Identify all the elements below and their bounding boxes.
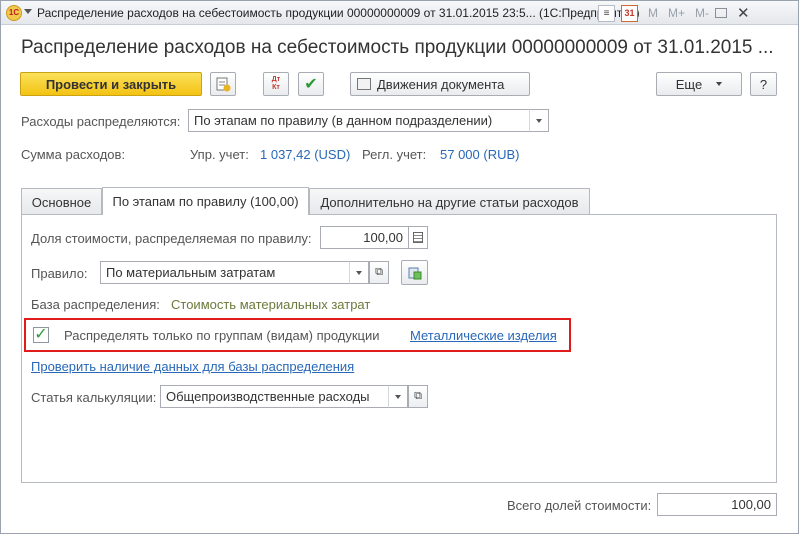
more-button[interactable]: Еще — [656, 72, 742, 96]
document-list-icon[interactable]: ≡ — [598, 4, 615, 22]
calc-item-label: Статья калькуляции: — [31, 390, 157, 405]
distribution-label: Расходы распределяются: — [21, 114, 181, 129]
rule-label: Правило: — [31, 266, 88, 281]
title-bar-tools: ≡ 31 M M+ M- ✕ — [598, 4, 750, 22]
group-only-label: Распределять только по группам (видам) п… — [64, 328, 380, 343]
post-check-button[interactable]: ✔ — [298, 72, 324, 96]
calculator-icon — [413, 232, 423, 243]
calc-item-dropdown-arrow[interactable] — [388, 385, 408, 408]
calculator-button[interactable] — [408, 226, 428, 249]
restore-window-icon[interactable] — [715, 8, 728, 18]
share-label: Доля стоимости, распределяемая по правил… — [31, 231, 312, 246]
dtkt-icon: Дт Кт — [271, 76, 281, 91]
dtkt-report-button[interactable]: Дт Кт — [263, 72, 289, 96]
window-menu-arrow-icon[interactable] — [24, 9, 32, 14]
app-logo-icon[interactable]: 1С — [6, 5, 22, 21]
calc-item-open-button[interactable]: ⧉ — [408, 385, 428, 408]
post-document-icon — [216, 77, 231, 92]
reg-accounting-label: Регл. учет: — [362, 147, 427, 162]
calc-item-select[interactable]: Общепроизводственные расходы — [160, 385, 389, 408]
check-data-link[interactable]: Проверить наличие данных для базы распре… — [31, 359, 354, 374]
title-bar: 1С Распределение расходов на себестоимос… — [1, 1, 798, 25]
tab-main[interactable]: Основное — [21, 188, 102, 215]
rule-settings-icon — [408, 267, 421, 279]
help-button[interactable]: ? — [750, 72, 777, 96]
chevron-down-icon — [716, 82, 723, 86]
distribution-select[interactable]: По этапам по правилу (в данном подраздел… — [188, 109, 530, 132]
movements-icon — [357, 78, 371, 90]
mgmt-accounting-value: 1 037,42 (USD) — [260, 147, 351, 162]
calendar-icon[interactable]: 31 — [621, 4, 638, 22]
reg-accounting-value: 57 000 (RUB) — [440, 147, 520, 162]
total-share-label: Всего долей стоимости: — [507, 498, 652, 513]
product-groups-link[interactable]: Металлические изделия — [410, 328, 557, 343]
tab-by-stages[interactable]: По этапам по правилу (100,00) — [102, 187, 309, 215]
open-icon: ⧉ — [414, 390, 422, 402]
share-input[interactable]: 100,00 — [320, 226, 409, 249]
memory-m-button[interactable]: M — [648, 6, 658, 20]
post-and-close-button[interactable]: Провести и закрыть — [20, 72, 202, 96]
rule-settings-button[interactable] — [401, 260, 428, 285]
window-title: Распределение расходов на себестоимость … — [37, 6, 640, 20]
tab-additional[interactable]: Дополнительно на другие статьи расходов — [309, 188, 590, 215]
document-window: 1С Распределение расходов на себестоимос… — [0, 0, 799, 534]
sum-label: Сумма расходов: — [21, 147, 126, 162]
post-document-button[interactable] — [210, 72, 236, 96]
mgmt-accounting-label: Упр. учет: — [190, 147, 249, 162]
checkmark-icon: ✔ — [304, 76, 318, 93]
document-movements-label: Движения документа — [377, 76, 505, 92]
memory-plus-button[interactable]: M+ — [668, 6, 685, 20]
rule-select[interactable]: По материальным затратам — [100, 261, 350, 284]
rule-open-button[interactable]: ⧉ — [369, 261, 389, 284]
close-icon[interactable]: ✕ — [737, 4, 750, 22]
page-title: Распределение расходов на себестоимость … — [21, 37, 774, 58]
memory-minus-button[interactable]: M- — [695, 6, 709, 20]
group-only-checkbox[interactable]: ✓ — [33, 327, 49, 343]
total-share-value: 100,00 — [657, 493, 777, 516]
document-movements-button[interactable]: Движения документа — [350, 72, 530, 96]
rule-dropdown-arrow[interactable] — [349, 261, 369, 284]
open-icon: ⧉ — [375, 266, 383, 278]
base-label: База распределения: — [31, 297, 160, 312]
distribution-dropdown-arrow[interactable] — [529, 109, 549, 132]
more-label: Еще — [675, 76, 703, 92]
base-value: Стоимость материальных затрат — [171, 297, 371, 312]
